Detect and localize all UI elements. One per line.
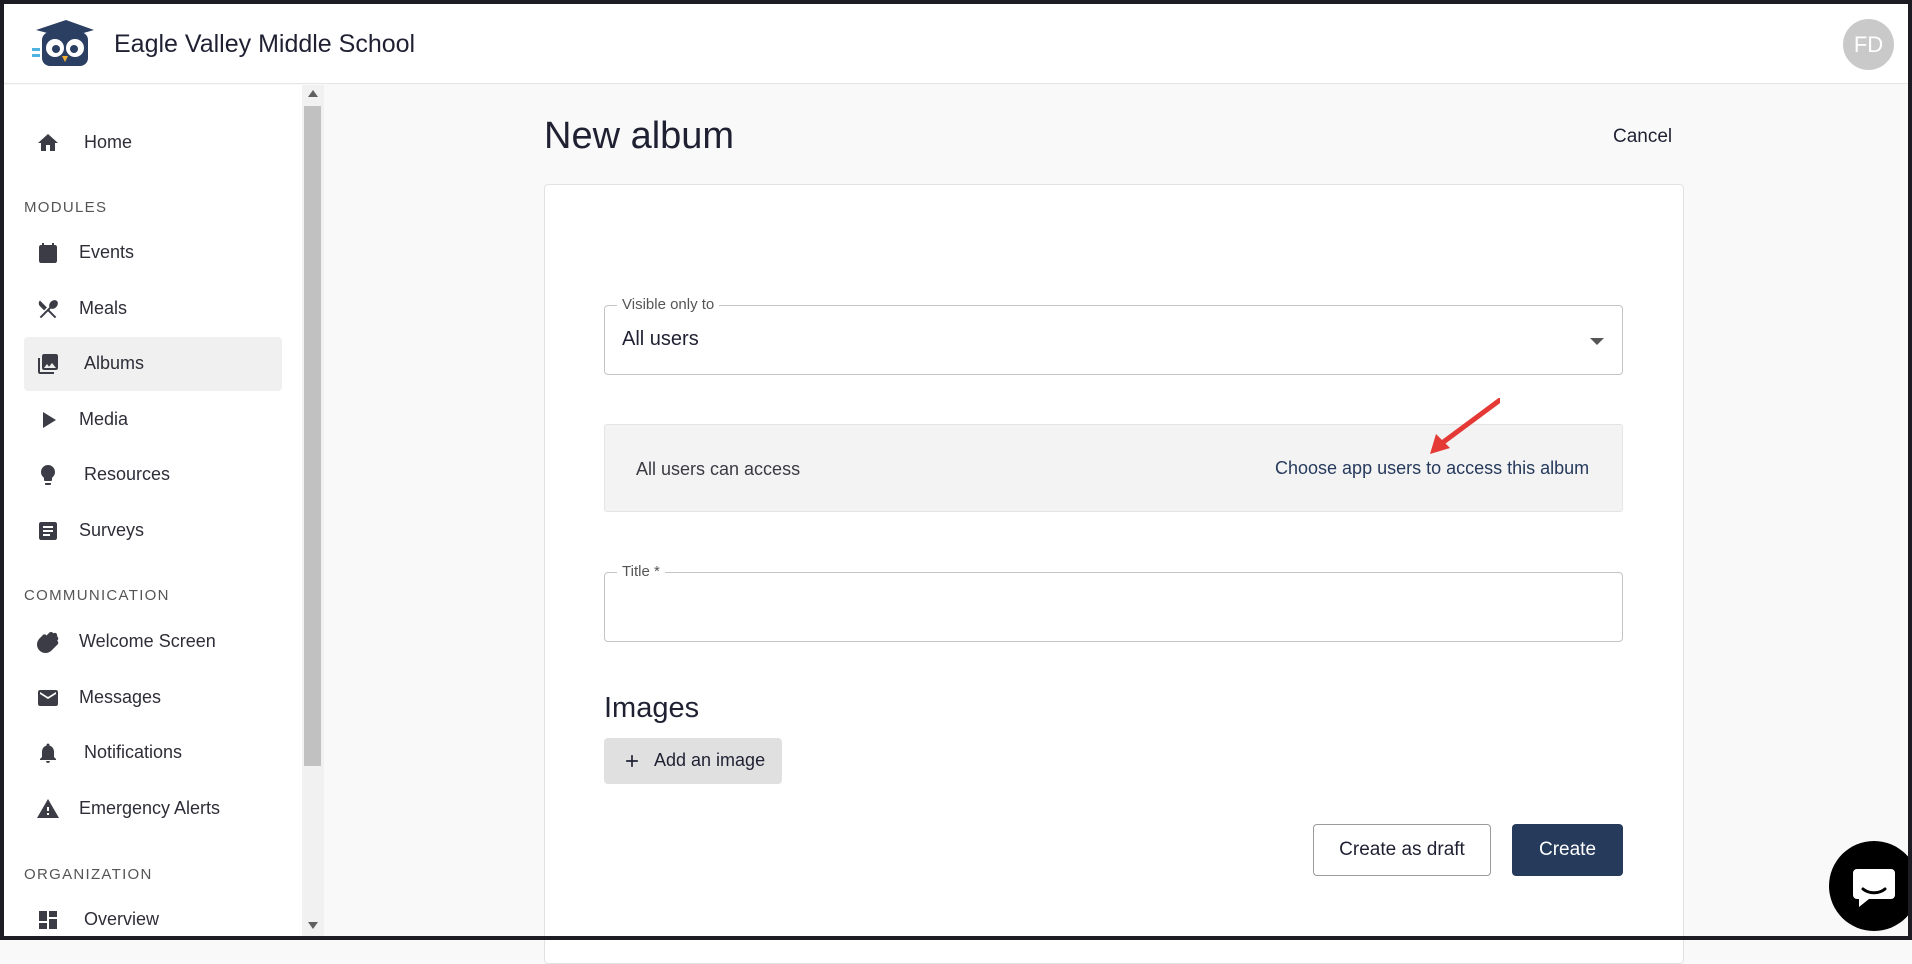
sidebar-item-overview[interactable]: Overview: [24, 893, 282, 940]
chat-support-button[interactable]: [1829, 841, 1912, 931]
app-title: Eagle Valley Middle School: [114, 30, 416, 58]
school-logo-owl-icon: [30, 18, 96, 70]
dropdown-caret-icon: [1590, 338, 1604, 345]
sidebar-item-label: Messages: [79, 687, 162, 707]
title-field[interactable]: Title *: [604, 563, 1623, 642]
sidebar-item-media[interactable]: Media: [24, 393, 282, 447]
photo-library-icon: [36, 352, 60, 376]
sidebar-item-label: Albums: [84, 353, 145, 373]
section-title-organization: ORGANIZATION: [24, 866, 153, 883]
waving-hand-icon: [36, 630, 60, 654]
sidebar-item-label: Surveys: [79, 520, 145, 540]
sidebar-item-home[interactable]: Home: [24, 116, 282, 170]
sidebar-item-label: Events: [79, 242, 135, 262]
mail-icon: [36, 686, 60, 710]
choose-app-users-link[interactable]: Choose app users to access this album: [1275, 458, 1589, 479]
page-title: New album: [544, 115, 735, 157]
sidebar-item-label: Notifications: [84, 742, 183, 762]
create-button[interactable]: Create: [1512, 824, 1623, 876]
visibility-select-label: Visible only to: [617, 296, 720, 313]
sidebar-item-albums[interactable]: Albums: [24, 337, 282, 391]
sidebar: Home MODULES Events Meals Albums Media R…: [0, 85, 302, 940]
sidebar-item-label: Emergency Alerts: [79, 798, 221, 818]
sidebar-item-label: Overview: [84, 909, 160, 929]
sidebar-item-resources[interactable]: Resources: [24, 448, 282, 502]
plus-icon: [622, 751, 642, 771]
lightbulb-icon: [36, 463, 60, 487]
user-avatar[interactable]: FD: [1843, 19, 1894, 70]
sidebar-item-label: Media: [79, 409, 129, 429]
title-field-label: Title *: [617, 563, 665, 580]
sidebar-item-label: Resources: [84, 464, 171, 484]
sidebar-scrollbar-thumb[interactable]: [304, 106, 321, 766]
sidebar-item-welcome-screen[interactable]: Welcome Screen: [24, 615, 282, 669]
dashboard-icon: [36, 908, 60, 932]
scroll-up-arrow-icon[interactable]: [308, 90, 318, 97]
title-input[interactable]: [619, 595, 1603, 627]
add-image-label: Add an image: [654, 750, 766, 770]
utensils-icon: [36, 297, 60, 321]
add-image-button[interactable]: Add an image: [604, 738, 782, 784]
sidebar-item-events[interactable]: Events: [24, 226, 282, 280]
calendar-icon: [36, 241, 60, 265]
visibility-select[interactable]: Visible only to All users: [604, 296, 1623, 375]
scroll-down-arrow-icon[interactable]: [308, 922, 318, 929]
chat-bubble-icon: [1853, 869, 1895, 907]
bell-icon: [36, 741, 60, 765]
cancel-button[interactable]: Cancel: [1613, 126, 1672, 148]
sidebar-item-surveys[interactable]: Surveys: [24, 504, 282, 558]
access-info-text: All users can access: [636, 459, 801, 479]
create-as-draft-button[interactable]: Create as draft: [1313, 824, 1491, 876]
section-title-communication: COMMUNICATION: [24, 587, 170, 604]
visibility-select-value: All users: [622, 328, 699, 350]
sidebar-item-label: Meals: [79, 298, 128, 318]
sidebar-item-notifications[interactable]: Notifications: [24, 726, 282, 780]
app-header: Eagle Valley Middle School FD: [0, 0, 1912, 84]
sidebar-item-label: Welcome Screen: [79, 631, 216, 651]
access-info-box: All users can access Choose app users to…: [604, 424, 1623, 512]
sidebar-item-label: Home: [84, 132, 133, 152]
warning-icon: [36, 797, 60, 821]
section-title-modules: MODULES: [24, 199, 108, 216]
sidebar-item-messages[interactable]: Messages: [24, 671, 282, 725]
play-icon: [36, 408, 60, 432]
sidebar-item-emergency-alerts[interactable]: Emergency Alerts: [24, 782, 282, 836]
sidebar-item-meals[interactable]: Meals: [24, 282, 282, 336]
images-heading: Images: [604, 692, 700, 724]
survey-icon: [36, 519, 60, 543]
home-icon: [36, 131, 60, 155]
